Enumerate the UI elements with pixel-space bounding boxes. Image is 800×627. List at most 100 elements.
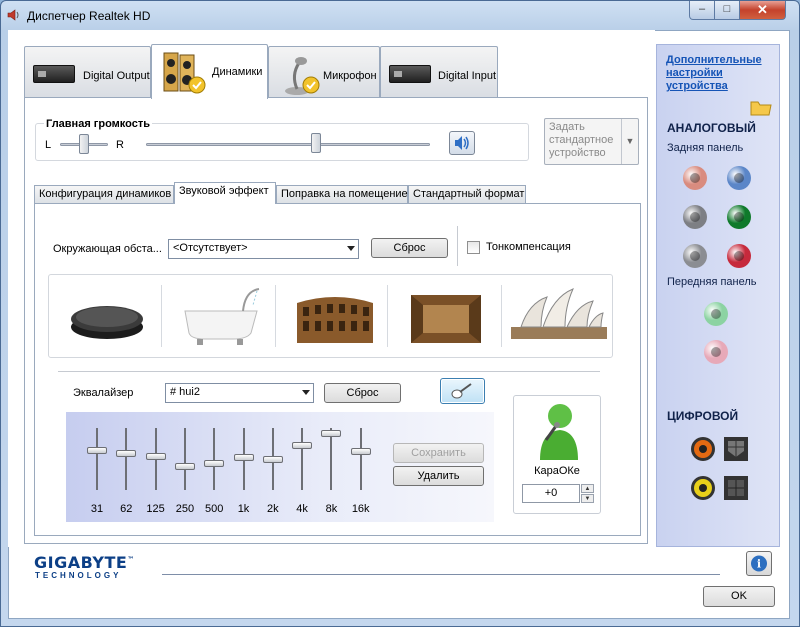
rear-jack-side[interactable] [683, 205, 707, 229]
eq-band-62[interactable]: 62 [112, 426, 140, 520]
eq-slider-knob[interactable] [87, 446, 107, 454]
eq-frequency-label: 31 [90, 503, 104, 515]
rear-jack-mic-in[interactable] [727, 244, 751, 268]
divider [161, 285, 162, 347]
preset-room[interactable] [397, 281, 497, 353]
eq-frequency-label: 2k [266, 503, 279, 515]
tab-microphone[interactable]: Микрофон [268, 46, 380, 98]
divider [275, 285, 276, 347]
title-bar[interactable]: Диспетчер Realtek HD [1, 1, 799, 29]
optical-port-icon[interactable] [723, 436, 749, 462]
mute-button[interactable] [449, 131, 475, 155]
eq-slider-track [183, 428, 186, 490]
balance-right-label: R [116, 139, 124, 151]
balance-left-label: L [45, 139, 52, 151]
karaoke-value-field[interactable]: +0 [522, 484, 580, 503]
eq-slider-knob[interactable] [204, 460, 225, 468]
environment-label: Окружающая обста... [53, 243, 162, 255]
speakers-icon [163, 52, 206, 94]
optical-port-icon[interactable] [723, 475, 749, 501]
eq-band-250[interactable]: 250 [171, 426, 199, 520]
ok-button[interactable]: OK [703, 586, 775, 607]
eq-band-8k[interactable]: 8k [317, 426, 345, 520]
eq-slider-knob[interactable] [321, 429, 342, 437]
equalizer-preset-value: # hui2 [170, 386, 200, 398]
equalizer-reset-button[interactable]: Сброс [324, 383, 401, 403]
divider [58, 371, 600, 372]
gigabyte-logo: GIGABYTE™ [34, 553, 135, 572]
coaxial-yellow-icon[interactable] [690, 475, 716, 501]
eq-slider-knob[interactable] [116, 449, 137, 457]
maximize-button[interactable]: □ [714, 1, 740, 20]
divider [162, 574, 720, 575]
guitar-mode-button[interactable] [440, 378, 485, 404]
eq-slider-knob[interactable] [262, 456, 283, 463]
loudness-checkbox[interactable] [467, 241, 480, 254]
environment-select[interactable]: <Отсутствует> [168, 239, 359, 259]
eq-frequency-label: 62 [120, 503, 133, 515]
eq-slider-knob[interactable] [174, 463, 195, 471]
eq-slider-knob[interactable] [350, 447, 371, 455]
eq-slider-knob[interactable] [233, 454, 254, 462]
advanced-settings-link[interactable]: Дополнительные настройки устройства [666, 54, 770, 93]
equalizer-preset-select[interactable]: # hui2 [165, 383, 314, 403]
preset-sewer-pipe[interactable] [59, 281, 159, 353]
speaker-volume-icon [455, 136, 469, 150]
minimize-button[interactable]: – [689, 1, 715, 20]
eq-band-2k[interactable]: 2k [259, 426, 287, 520]
tab-default-format[interactable]: Стандартный формат [408, 185, 526, 203]
rear-jack-front-out[interactable] [727, 205, 751, 229]
tab-speakers[interactable]: Динамики [151, 44, 268, 99]
preset-opera-house[interactable] [507, 281, 607, 353]
eq-slider-knob[interactable] [292, 442, 313, 450]
eq-save-button[interactable]: Сохранить [393, 443, 484, 463]
info-button[interactable]: i [746, 551, 772, 576]
environment-presets [48, 274, 613, 358]
eq-band-31[interactable]: 31 [83, 426, 111, 520]
chevron-down-icon[interactable]: ▼ [621, 119, 638, 164]
eq-frequency-label: 4k [296, 503, 308, 515]
rear-jack-center[interactable] [727, 166, 751, 190]
eq-delete-button[interactable]: Удалить [393, 466, 484, 486]
digital-heading: ЦИФРОВОЙ [667, 409, 739, 423]
set-default-device-button[interactable]: Задать стандартное устройство ▼ [544, 118, 639, 165]
svg-text:i: i [757, 558, 761, 571]
rear-jack-line-in[interactable] [683, 166, 707, 190]
environment-reset-button[interactable]: Сброс [371, 238, 448, 258]
opera-house-icon [511, 288, 607, 339]
eq-slider-track [359, 428, 362, 490]
balance-slider[interactable] [79, 134, 89, 154]
rear-jack-rear[interactable] [683, 244, 707, 268]
tab-digital-output-label: Digital Output [83, 70, 150, 82]
close-button[interactable]: ✕ [739, 1, 786, 20]
folder-icon[interactable] [750, 98, 772, 116]
tab-microphone-label: Микрофон [323, 70, 377, 82]
front-jack-headphone[interactable] [704, 302, 728, 326]
tab-room-correction[interactable]: Поправка на помещение [276, 185, 408, 203]
volume-slider[interactable] [311, 133, 322, 153]
eq-band-4k[interactable]: 4k [288, 426, 316, 520]
preset-colosseum[interactable] [285, 281, 385, 353]
spin-up-icon[interactable]: ▲ [581, 484, 594, 493]
tab-sound-effects[interactable]: Звуковой эффект [174, 182, 276, 204]
divider [387, 285, 388, 347]
set-default-device-label: Задать стандартное устройство [549, 121, 614, 159]
spin-down-icon[interactable]: ▼ [581, 494, 594, 503]
equalizer-label: Эквалайзер [73, 387, 134, 399]
front-panel-label: Передняя панель [667, 276, 757, 288]
eq-band-16k[interactable]: 16k [347, 426, 375, 520]
environment-value: <Отсутствует> [173, 242, 248, 254]
tab-digital-input[interactable]: Digital Input [380, 46, 498, 98]
eq-band-125[interactable]: 125 [142, 426, 170, 520]
tab-digital-output[interactable]: Digital Output [24, 46, 151, 98]
coaxial-orange-icon[interactable] [690, 436, 716, 462]
preset-bathroom[interactable] [173, 281, 273, 353]
microphone-icon [285, 57, 320, 95]
loudness-label: Тонкомпенсация [486, 241, 571, 253]
eq-slider-knob[interactable] [145, 452, 166, 460]
eq-band-1k[interactable]: 1k [230, 426, 258, 520]
front-jack-mic[interactable] [704, 340, 728, 364]
tab-speaker-config[interactable]: Конфигурация динамиков [34, 185, 174, 203]
volume-track [146, 143, 430, 146]
eq-band-500[interactable]: 500 [200, 426, 228, 520]
